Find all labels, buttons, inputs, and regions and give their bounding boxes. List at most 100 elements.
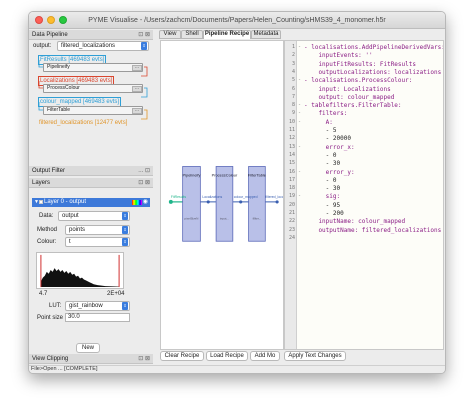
module-label: ProcessColour: [47, 85, 80, 91]
layers-pane: ▼ Layer 0 - output ◉ Data: output ⇕ Meth…: [29, 195, 153, 360]
minimize-window-button[interactable]: [47, 16, 55, 24]
line-number: 7: [291, 93, 295, 100]
graph-node-colour-mapped[interactable]: [239, 200, 243, 204]
colour-select[interactable]: t ⇕: [65, 237, 130, 247]
dock-controls[interactable]: ⊡ ⊠: [138, 354, 150, 364]
graph-module-processcolour[interactable]: [215, 166, 234, 242]
status-bar: File>Open ... [COMPLETE]: [29, 365, 445, 373]
line-number: 1: [291, 44, 295, 50]
lut-select[interactable]: gist_rainbow ⇕: [65, 301, 130, 311]
data-select-value: output: [62, 213, 79, 219]
module-pipelineify[interactable]: Pipelineify: [43, 63, 143, 72]
fold-marker-icon[interactable]: -: [298, 144, 301, 150]
code-line[interactable]: - 30: [304, 185, 340, 192]
graph-node-filtered[interactable]: [275, 200, 279, 204]
layer-visible-checkbox[interactable]: [39, 200, 43, 204]
code-line[interactable]: - tablefilters.FilterTable:: [304, 102, 402, 109]
code-line[interactable]: error_x:: [304, 144, 355, 151]
code-line[interactable]: - 200: [304, 210, 344, 217]
module-options-button[interactable]: ...: [132, 65, 142, 71]
layers-dock-title: Layers ⊡ ⊠: [29, 178, 153, 188]
graph-node-localizations[interactable]: [206, 200, 210, 204]
module-label: FilterTable: [47, 107, 71, 113]
close-window-button[interactable]: [35, 16, 43, 24]
apply-text-changes-button[interactable]: Apply Text Changes: [284, 351, 346, 361]
data-pipeline-title: Data Pipeline: [32, 32, 68, 38]
datasource-filtered-localizations[interactable]: filtered_localizations [12477 evts]: [38, 119, 128, 127]
code-line[interactable]: A:: [304, 119, 333, 126]
module-filtertable[interactable]: FilterTable: [43, 106, 143, 115]
dock-controls[interactable]: ⊡ ⊠: [138, 30, 150, 40]
dock-controls[interactable]: ... ⊡: [138, 166, 150, 176]
code-line[interactable]: inputFitResults: FitResults: [304, 61, 416, 68]
module-options-button[interactable]: ...: [132, 86, 142, 92]
tab-metadata[interactable]: Metadata: [251, 30, 281, 39]
fold-marker-icon[interactable]: -: [298, 44, 301, 50]
code-line[interactable]: - 0: [304, 177, 337, 184]
code-line[interactable]: sig:: [304, 193, 340, 200]
line-number: 12: [288, 135, 295, 142]
load-recipe-button[interactable]: Load Recipe: [206, 351, 248, 361]
eye-icon[interactable]: ◉: [143, 198, 148, 207]
fold-marker-icon[interactable]: -: [298, 110, 301, 116]
graph-param-label: fillter...: [253, 217, 262, 221]
clear-recipe-button[interactable]: Clear Recipe: [160, 351, 204, 361]
code-line[interactable]: inputEvents: '': [304, 52, 372, 59]
fold-marker-icon[interactable]: -: [298, 77, 301, 83]
tab-shell[interactable]: Shell: [181, 30, 203, 39]
tab-pipeline-recipe[interactable]: Pipeline Recipe: [203, 30, 251, 39]
select-arrow-icon: ⇕: [122, 212, 128, 220]
output-filter-dock-title[interactable]: Output Filter ... ⊡: [29, 166, 153, 176]
module-options-button[interactable]: ...: [132, 108, 142, 114]
lut-select-value: gist_rainbow: [69, 303, 103, 309]
code-line[interactable]: - localisations.ProcessColour:: [304, 77, 412, 84]
graph-module-pipelineify[interactable]: [182, 166, 201, 242]
new-layer-button[interactable]: New: [76, 343, 100, 353]
line-number: 20: [288, 201, 295, 208]
recipe-text-editor[interactable]: 1-- localisations.AddPipelineDerivedVars…: [284, 40, 444, 350]
code-line[interactable]: input: Localizations: [304, 86, 390, 93]
graph-module-label: FilterTable: [248, 172, 266, 177]
code-line[interactable]: - 20000: [304, 135, 351, 142]
code-line[interactable]: outputName: filtered_localizations: [304, 227, 441, 234]
code-line[interactable]: - 30: [304, 160, 340, 167]
line-number: 8: [291, 102, 295, 109]
graph-module-label: Pipelineify: [183, 172, 201, 177]
select-arrow-icon: ⇕: [122, 238, 128, 246]
tab-view[interactable]: View: [159, 30, 181, 39]
code-line[interactable]: inputName: colour_mapped: [304, 218, 405, 225]
fold-marker-icon[interactable]: -: [298, 169, 301, 175]
code-line[interactable]: error_y:: [304, 169, 355, 176]
fold-marker-icon[interactable]: -: [298, 193, 301, 199]
graph-link-label: FitResults: [171, 195, 187, 199]
method-select[interactable]: points ⇕: [65, 225, 130, 235]
code-line[interactable]: filters:: [304, 110, 347, 117]
line-number: 18: [288, 185, 295, 192]
recipe-graph-view[interactable]: Pipelineify ProcessColour FilterTable Fi…: [160, 40, 284, 350]
line-number: 17: [288, 176, 295, 183]
code-line[interactable]: - localisations.AddPipelineDerivedVars:: [304, 44, 443, 51]
fold-marker-icon[interactable]: -: [298, 102, 301, 108]
code-line[interactable]: - 0: [304, 152, 337, 159]
zoom-window-button[interactable]: [59, 16, 67, 24]
code-line[interactable]: - 95: [304, 202, 340, 209]
module-processcolour[interactable]: ProcessColour: [43, 84, 143, 93]
select-arrow-icon: ⇕: [122, 226, 128, 234]
graph-param-label: input...: [220, 217, 229, 221]
line-number: 14: [288, 151, 295, 158]
point-size-input[interactable]: 30.0: [65, 313, 130, 322]
window-title: PYME Visualise - /Users/zachcm/Documents…: [88, 17, 386, 24]
graph-module-filtertable[interactable]: [248, 166, 266, 242]
dock-controls[interactable]: ⊡ ⊠: [138, 178, 150, 188]
fold-marker-icon[interactable]: -: [298, 119, 301, 125]
code-line[interactable]: outputLocalizations: localizations: [304, 69, 441, 76]
data-select[interactable]: output ⇕: [58, 211, 130, 221]
code-line[interactable]: - 5: [304, 127, 337, 134]
add-module-button[interactable]: Add Mo: [250, 351, 280, 361]
graph-node-fitresults[interactable]: [168, 199, 173, 204]
layer-0-header[interactable]: ▼ Layer 0 - output ◉: [32, 198, 150, 207]
view-clipping-dock-title[interactable]: View Clipping ⊡ ⊠: [29, 354, 153, 364]
colour-histogram[interactable]: [36, 252, 124, 289]
code-line[interactable]: output: colour_mapped: [304, 94, 394, 101]
method-select-value: points: [69, 227, 86, 233]
